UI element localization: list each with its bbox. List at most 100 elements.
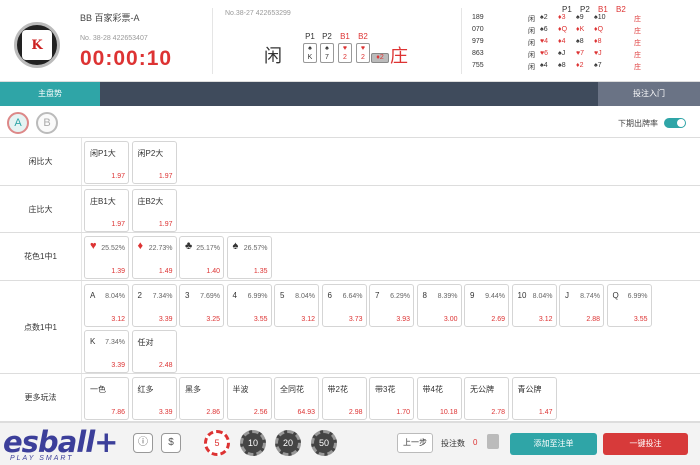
history-card: ♠8	[576, 38, 584, 45]
bet-option[interactable]: 带4花 10.18	[416, 377, 462, 420]
add-to-slip-button[interactable]: 添加至注单	[510, 433, 597, 455]
bet-row-label: 更多玩法	[0, 374, 82, 421]
bet-option[interactable]: 带3花 1.70	[369, 377, 414, 420]
next-rate-toggle[interactable]	[664, 118, 686, 128]
bet-option-odds: 2.48	[158, 362, 173, 369]
bet-option[interactable]: 6 6.64% 3.73	[321, 284, 367, 327]
king-card-icon: K	[22, 30, 52, 60]
bet-option-odds: 3.39	[158, 316, 173, 323]
undo-button[interactable]: 上一步	[397, 433, 433, 453]
result-card: ♠ 7	[320, 43, 334, 63]
bet-option-label: A	[90, 291, 96, 300]
divider	[461, 8, 462, 74]
table-a-button[interactable]: A	[7, 112, 29, 134]
bet-option[interactable]: 闲P1大 1.97	[84, 141, 129, 184]
bet-option-label: K	[90, 337, 96, 346]
bet-option[interactable]: 青公牌 1.47	[511, 377, 557, 420]
bet-option[interactable]: K 7.34% 3.39	[84, 330, 129, 373]
bet-option-label: 任对	[137, 338, 154, 347]
bet-option[interactable]: 7 6.29% 3.93	[369, 284, 414, 327]
bet-option[interactable]: ♠ 26.57% 1.35	[226, 236, 272, 279]
bet-option[interactable]: 一色 7.86	[84, 377, 129, 420]
history-card: ♥7	[576, 50, 585, 57]
history-side: 闲	[528, 40, 535, 47]
info-icon[interactable]: ⓘ	[133, 433, 153, 453]
bet-option-probability: 8.74%	[580, 293, 600, 300]
bet-option-label: 半波	[232, 385, 249, 394]
bet-option[interactable]: 闲P2大 1.97	[131, 141, 177, 184]
bet-row-label: 闲比大	[0, 138, 82, 185]
chip-5[interactable]: 5	[204, 430, 230, 456]
bet-option-label: 带3花	[375, 385, 396, 394]
bet-row: 庄比大 庄B1大 1.97 庄B2大 1.97	[0, 186, 700, 233]
history-card: ♦3	[558, 14, 566, 21]
bet-option[interactable]: 黑多 2.86	[179, 377, 224, 420]
bet-option-odds: 1.97	[158, 221, 173, 228]
bet-option-label: ♠	[232, 240, 239, 252]
bet-option-label: 红多	[137, 385, 154, 394]
bet-option-odds: 1.97	[111, 221, 125, 228]
bet-option[interactable]: 无公牌 2.78	[464, 377, 509, 420]
history-round-no: 979	[472, 38, 484, 45]
bet-option-odds: 1.47	[538, 409, 553, 416]
bet-option[interactable]: 任对 2.48	[131, 330, 177, 373]
bet-option-probability: 6.99%	[627, 293, 648, 300]
history-card: ♠4	[540, 62, 548, 69]
banker-label: 庄	[390, 46, 408, 66]
history-side: 闲	[528, 28, 535, 35]
tab-main-market[interactable]: 主盘势	[0, 82, 100, 106]
bet-option[interactable]: 全同花 64.93	[274, 377, 319, 420]
bet-option[interactable]: ♦ 22.73% 1.49	[131, 236, 177, 279]
history-result: 庄	[634, 28, 641, 35]
table-b-button[interactable]: B	[36, 112, 58, 134]
bet-option[interactable]: 4 6.99% 3.55	[226, 284, 272, 327]
history-side: 闲	[528, 16, 535, 23]
bet-option[interactable]: A 8.04% 3.12	[84, 284, 129, 327]
bet-option-probability: 8.04%	[532, 293, 553, 300]
bet-option[interactable]: 5 8.04% 3.12	[274, 284, 319, 327]
bet-option[interactable]: 半波 2.56	[226, 377, 272, 420]
bet-option[interactable]: ♣ 25.17% 1.40	[179, 236, 224, 279]
col-p1: P1	[305, 32, 315, 41]
bet-option-label: 黑多	[185, 385, 201, 394]
bet-option[interactable]: 庄B2大 1.97	[131, 189, 177, 232]
history-card: ♦K	[576, 26, 585, 33]
bet-option-label: 闲P2大	[137, 149, 164, 158]
bet-option-label: 庄B2大	[137, 197, 164, 206]
result-card: ♥ 2	[338, 43, 352, 63]
bet-option-probability: 8.39%	[437, 293, 458, 300]
bet-option[interactable]: 8 8.39% 3.00	[416, 284, 462, 327]
bet-option[interactable]: J 8.74% 2.88	[559, 284, 604, 327]
bet-option-odds: 3.73	[348, 316, 363, 323]
chip-50[interactable]: 50	[311, 430, 337, 456]
history-card: ♠6	[540, 26, 548, 33]
bet-option[interactable]: 2 7.34% 3.39	[131, 284, 177, 327]
history-card: ♦4	[558, 38, 566, 45]
quick-bet-button[interactable]: 一键投注	[603, 433, 688, 455]
bet-option[interactable]: 庄B1大 1.97	[84, 189, 129, 232]
bet-row: 花色1中1 ♥ 25.52% 1.39 ♦ 22.73% 1.49 ♣ 25.17% 1.40 ♠ 2…	[0, 233, 700, 281]
bet-option-odds: 2.56	[253, 409, 268, 416]
bet-option-label: 闲P1大	[90, 149, 116, 158]
bet-option[interactable]: 10 8.04% 3.12	[511, 284, 557, 327]
bet-row: 更多玩法 一色 7.86 红多 3.39 黑多 2.86 半波 2.56 全同花 64.93 带2花 2…	[0, 374, 700, 422]
bet-option-odds: 1.35	[253, 268, 268, 275]
trash-icon[interactable]	[487, 434, 499, 449]
history-card: ♠2	[540, 14, 548, 21]
bet-option[interactable]: ♥ 25.52% 1.39	[84, 236, 129, 279]
tab-bet-guide[interactable]: 投注入门	[598, 82, 700, 106]
bet-option[interactable]: 带2花 2.98	[321, 377, 367, 420]
bet-option-odds: 3.39	[158, 409, 173, 416]
chip-10[interactable]: 10	[240, 430, 266, 456]
bet-option[interactable]: Q 6.99% 3.55	[606, 284, 652, 327]
wallet-icon[interactable]: $	[161, 433, 181, 453]
history-card: ♠7	[594, 62, 602, 69]
bet-option[interactable]: 9 9.44% 2.69	[464, 284, 509, 327]
bet-option[interactable]: 红多 3.39	[131, 377, 177, 420]
chip-20[interactable]: 20	[275, 430, 301, 456]
bet-option-odds: 2.98	[348, 409, 363, 416]
history-card: ♦Q	[594, 26, 604, 33]
bet-option[interactable]: 3 7.69% 3.25	[179, 284, 224, 327]
history-col-header: B1	[598, 5, 608, 14]
game-name: BB 百家彩票-A	[80, 13, 140, 23]
